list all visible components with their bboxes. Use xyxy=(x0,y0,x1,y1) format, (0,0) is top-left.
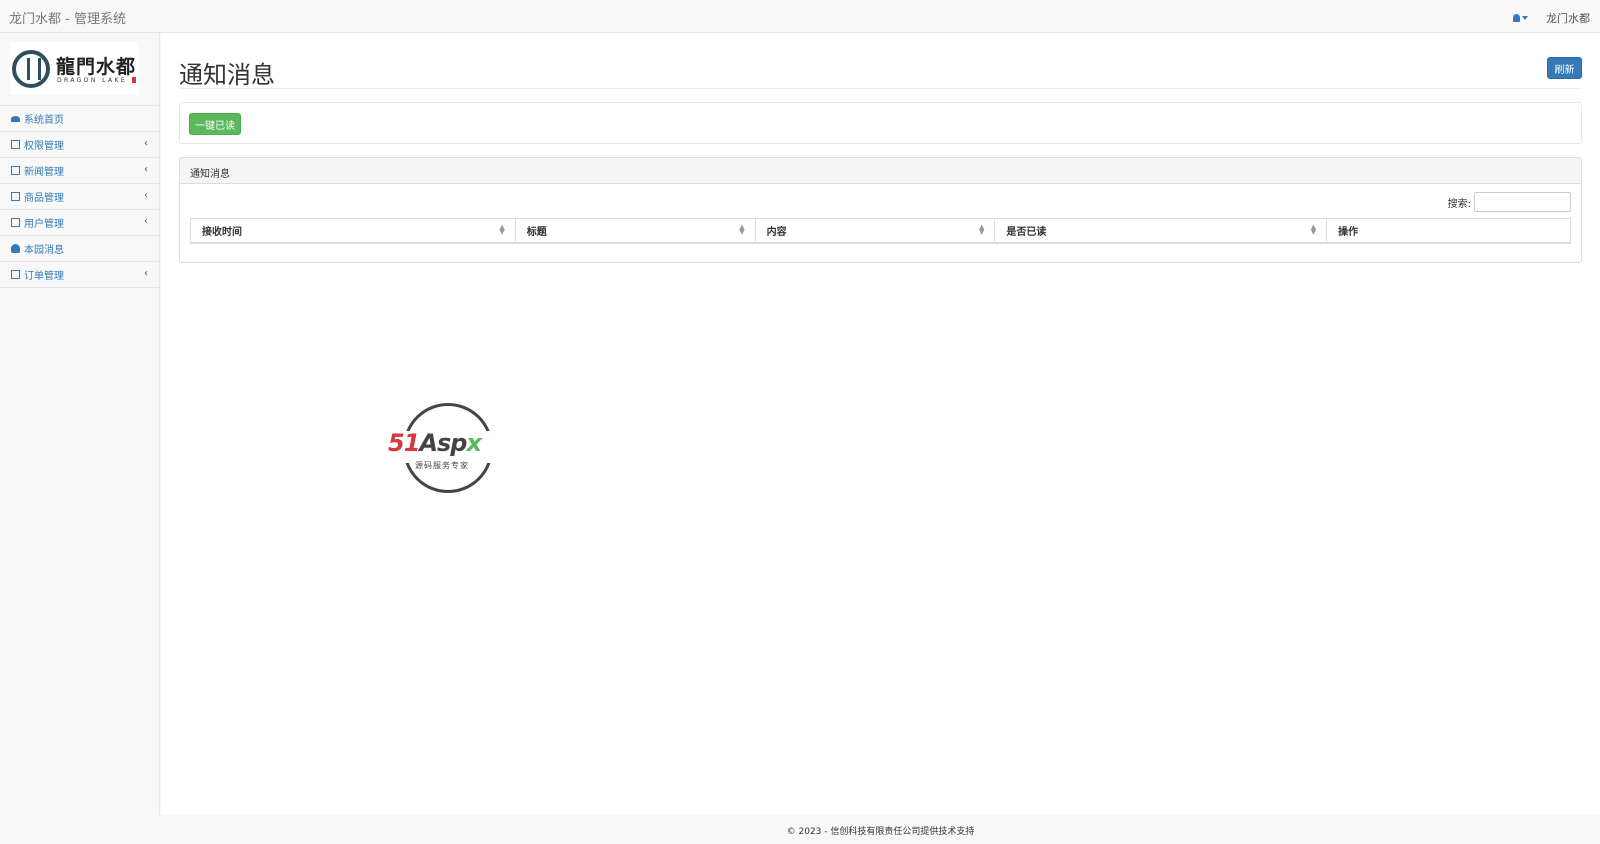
messages-table: 接收时间 ▲ ▼ 标题 ▲ ▼ 内容 ▲ ▼ 是否已读 ▲ ▼ 操作 xyxy=(190,218,1571,244)
sidebar-item-products[interactable]: 商品管理 ‹ xyxy=(0,184,159,210)
mark-all-read-button[interactable]: 一键已读 xyxy=(189,113,241,135)
sort-icon: ▲ ▼ xyxy=(499,223,505,236)
column-header-content[interactable]: 内容 ▲ ▼ xyxy=(754,218,996,244)
sidebar-item-label: 商品管理 xyxy=(24,193,64,204)
chevron-left-icon: ‹ xyxy=(144,164,148,175)
top-right-area: 龙门水都 xyxy=(1513,10,1590,26)
user-icon xyxy=(11,244,20,253)
footer: © 2023 - 信创科技有限责任公司提供技术支持 xyxy=(161,815,1600,844)
refresh-button[interactable]: 刷新 xyxy=(1547,57,1582,79)
sidebar-item-news[interactable]: 新闻管理 ‹ xyxy=(0,158,159,184)
column-header-title[interactable]: 标题 ▲ ▼ xyxy=(514,218,756,244)
sidebar-item-label: 系统首页 xyxy=(24,115,64,126)
logo-chinese-text: 龍門水都 xyxy=(56,56,137,78)
sidebar-item-permissions[interactable]: 权限管理 ‹ xyxy=(0,132,159,158)
table-header-row: 接收时间 ▲ ▼ 标题 ▲ ▼ 内容 ▲ ▼ 是否已读 ▲ ▼ 操作 xyxy=(190,218,1571,244)
column-header-received-time[interactable]: 接收时间 ▲ ▼ xyxy=(190,218,516,244)
sidebar-item-label: 新闻管理 xyxy=(24,167,64,178)
watermark-logo: 51Aspx 源码服务专家 xyxy=(386,403,510,493)
file-icon xyxy=(11,140,20,149)
logo: 龍門水都 DRAGON LAKE xyxy=(10,42,138,95)
chevron-left-icon: ‹ xyxy=(144,216,148,227)
title-divider xyxy=(179,88,1582,89)
watermark-text: 51Aspx xyxy=(388,429,482,457)
search-input[interactable] xyxy=(1474,192,1571,212)
file-icon xyxy=(11,270,20,279)
file-icon xyxy=(11,166,20,175)
top-navbar: 龙门水都 - 管理系统 龙门水都 xyxy=(0,0,1600,33)
caret-down-icon xyxy=(1522,16,1528,20)
sidebar-item-label: 本园消息 xyxy=(24,245,64,256)
chevron-left-icon: ‹ xyxy=(144,268,148,279)
search-label: 搜索: xyxy=(1447,198,1471,210)
sidebar-item-orders[interactable]: 订单管理 ‹ xyxy=(0,262,159,288)
page-title: 通知消息 xyxy=(179,61,275,89)
file-icon xyxy=(11,218,20,227)
messages-panel: 通知消息 搜索: 接收时间 ▲ ▼ 标题 ▲ ▼ 内容 ▲ ▼ 是否已读 ▲ ▼ 操作 xyxy=(179,157,1582,263)
sidebar: 龍門水都 DRAGON LAKE 系统首页 权限管理 ‹ 新闻管理 ‹ 商品管理… xyxy=(0,33,160,815)
column-header-is-read[interactable]: 是否已读 ▲ ▼ xyxy=(994,218,1328,244)
main-content: 通知消息 刷新 一键已读 通知消息 搜索: 接收时间 ▲ ▼ 标题 ▲ ▼ 内容 ▲ ▼ 是… xyxy=(161,33,1600,815)
logo-red-mark xyxy=(132,77,136,83)
app-brand[interactable]: 龙门水都 - 管理系统 xyxy=(9,8,126,27)
user-icon xyxy=(1513,14,1520,22)
sidebar-item-users[interactable]: 用户管理 ‹ xyxy=(0,210,159,236)
action-card: 一键已读 xyxy=(179,102,1582,144)
sidebar-item-label: 权限管理 xyxy=(24,141,64,152)
column-header-actions: 操作 xyxy=(1326,218,1571,244)
sort-icon: ▲ ▼ xyxy=(739,223,745,236)
sidebar-item-messages[interactable]: 本园消息 xyxy=(0,236,159,262)
sidebar-item-label: 用户管理 xyxy=(24,219,64,230)
watermark-subtitle: 源码服务专家 xyxy=(415,461,469,470)
logo-seal-icon xyxy=(12,50,50,88)
dashboard-icon xyxy=(11,115,20,122)
username-label: 龙门水都 xyxy=(1546,12,1590,25)
sort-icon: ▲ ▼ xyxy=(1310,223,1317,236)
sort-icon: ▲ ▼ xyxy=(979,223,985,236)
user-dropdown[interactable] xyxy=(1513,14,1528,22)
file-icon xyxy=(11,192,20,201)
sidebar-nav: 系统首页 权限管理 ‹ 新闻管理 ‹ 商品管理 ‹ 用户管理 ‹ 本园消息 订单… xyxy=(0,105,159,288)
chevron-left-icon: ‹ xyxy=(144,138,148,149)
sidebar-item-label: 订单管理 xyxy=(24,271,64,282)
panel-title: 通知消息 xyxy=(180,158,1581,184)
search-area: 搜索: xyxy=(1448,192,1571,212)
chevron-left-icon: ‹ xyxy=(144,190,148,201)
logo-english-text: DRAGON LAKE xyxy=(57,77,128,84)
sidebar-item-home[interactable]: 系统首页 xyxy=(0,106,159,132)
